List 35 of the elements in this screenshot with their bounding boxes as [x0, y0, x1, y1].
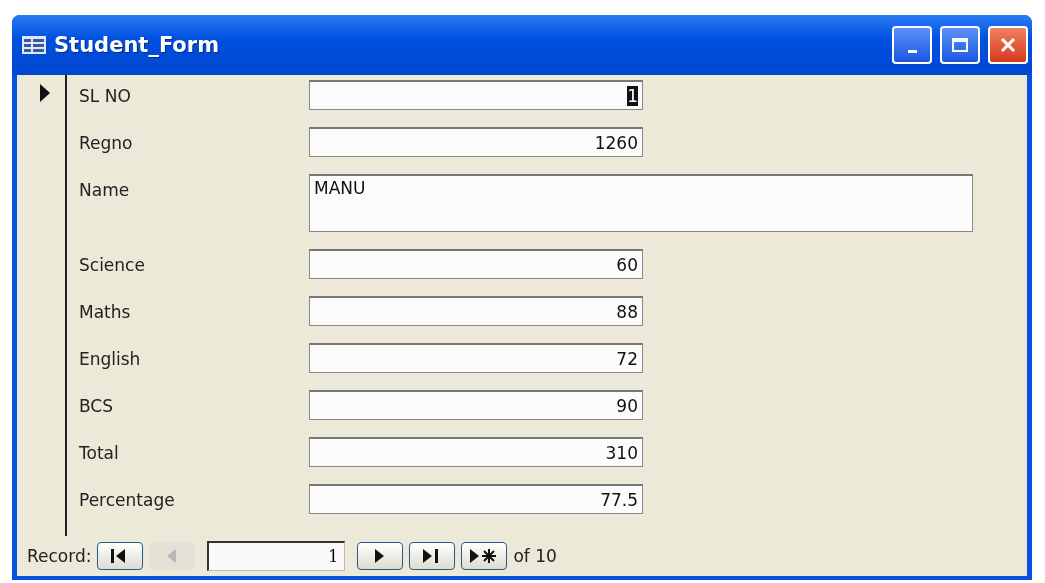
maximize-button[interactable]: [940, 26, 980, 64]
input-field[interactable]: 77.5: [309, 484, 643, 514]
current-record-icon: [39, 83, 51, 103]
maximize-icon: [951, 37, 969, 53]
window-title: Student_Form: [54, 33, 221, 57]
last-record-button[interactable]: [409, 542, 456, 570]
field-label: Name: [79, 179, 131, 200]
first-record-button[interactable]: [97, 542, 144, 570]
record-number-field[interactable]: 1: [207, 541, 346, 571]
record-count: of 10: [513, 546, 557, 566]
close-button[interactable]: [988, 26, 1028, 64]
form-icon: [22, 36, 46, 54]
previous-record-icon: [166, 547, 179, 565]
record-label: Record:: [27, 546, 92, 566]
field-label: BCS: [79, 395, 115, 416]
field-label: Maths: [79, 301, 132, 322]
minimize-icon: [907, 49, 917, 53]
input-field[interactable]: 310: [309, 437, 643, 467]
field-label: English: [79, 348, 142, 369]
field-label: Percentage: [79, 489, 176, 510]
input-field[interactable]: 90: [309, 390, 643, 420]
field-label: SL NO: [79, 85, 132, 106]
close-icon: [999, 36, 1017, 54]
field-label: Science: [79, 254, 146, 275]
next-record-button[interactable]: [357, 542, 404, 570]
minimize-button[interactable]: [892, 26, 932, 64]
input-field[interactable]: MANU: [309, 174, 973, 232]
input-field[interactable]: 1: [309, 80, 643, 110]
input-field[interactable]: 88: [309, 296, 643, 326]
input-field[interactable]: 1260: [309, 127, 643, 157]
input-field[interactable]: 72: [309, 343, 643, 373]
field-label: Total: [79, 442, 120, 463]
new-record-button[interactable]: [461, 542, 508, 570]
input-field[interactable]: 60: [309, 249, 643, 279]
field-label: Regno: [79, 132, 134, 153]
